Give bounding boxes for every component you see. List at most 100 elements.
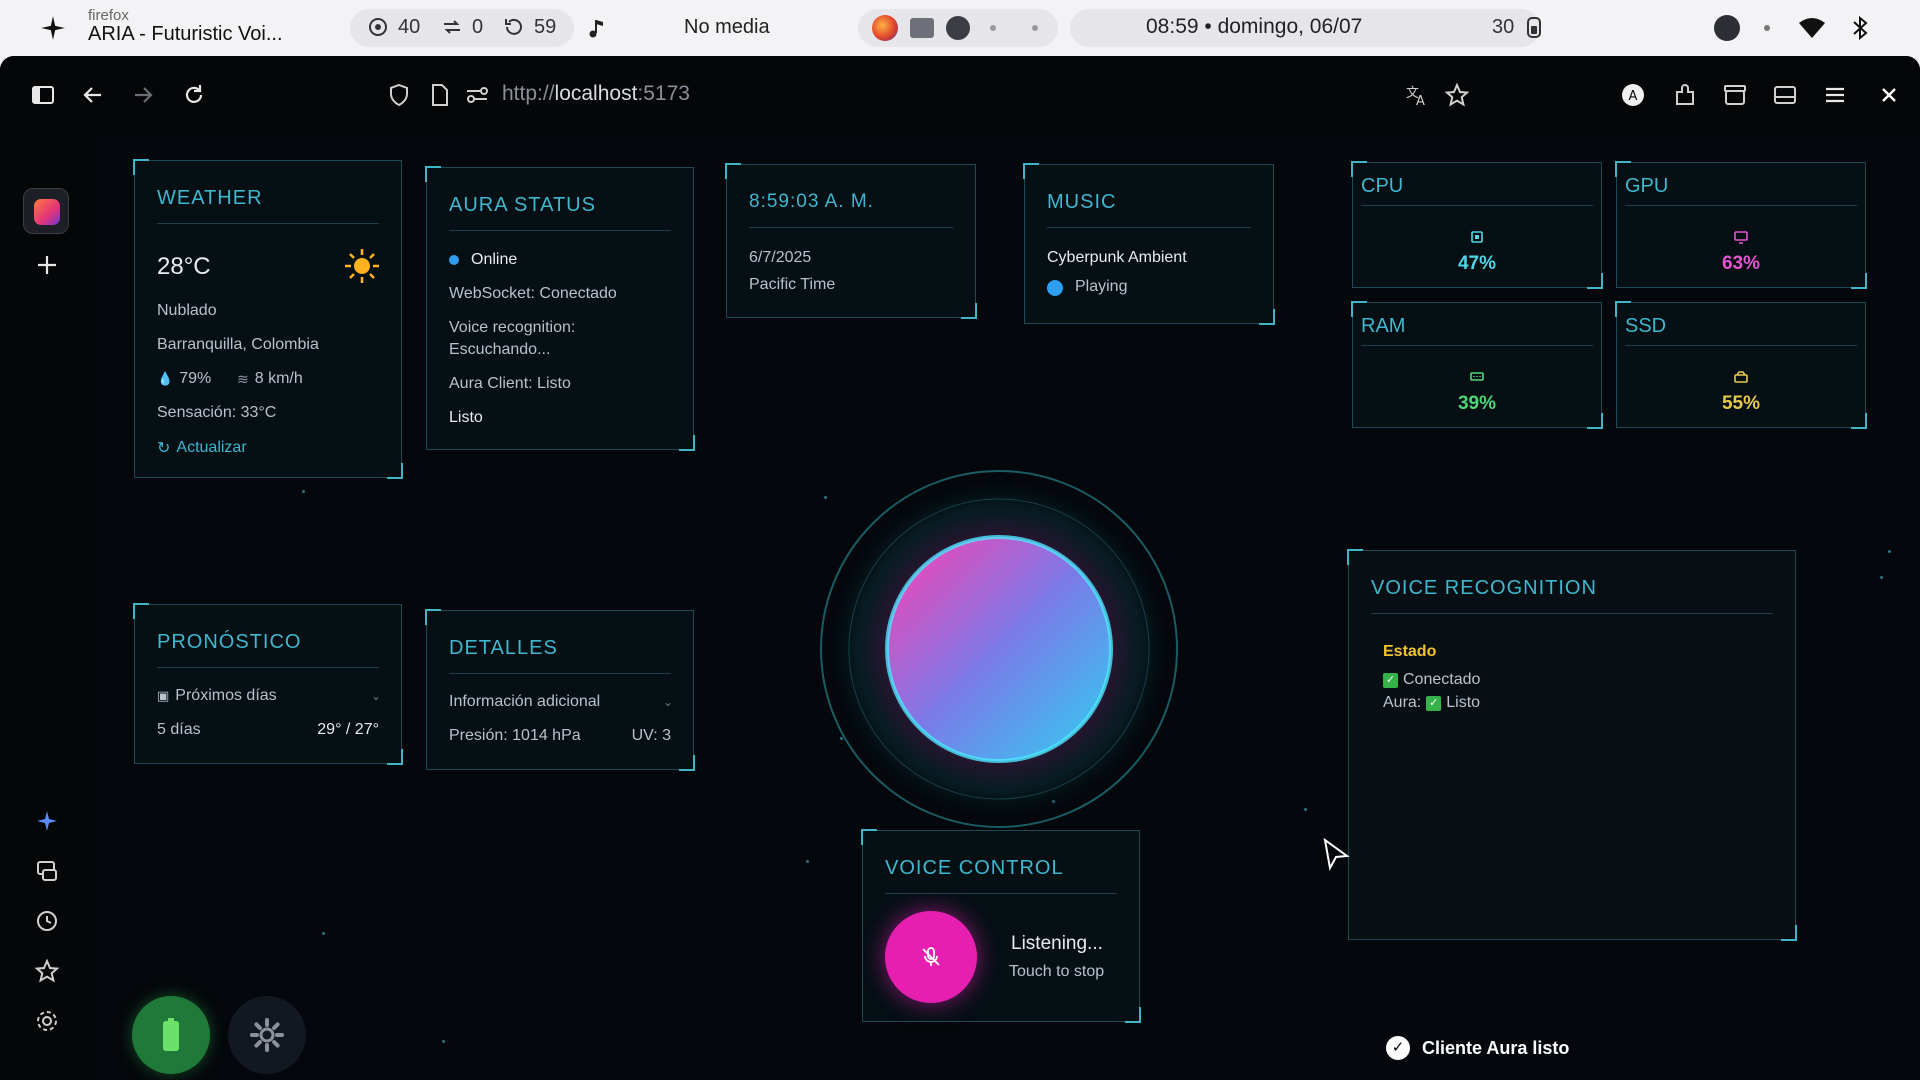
- app-icon[interactable]: [946, 16, 970, 40]
- details-panel: DETALLES Información adicional ⌄ Presión…: [425, 609, 695, 771]
- shield-icon[interactable]: [386, 82, 412, 108]
- translate-icon[interactable]: 文A: [1404, 82, 1430, 109]
- panel-title: WEATHER: [157, 187, 263, 209]
- sidebar-active-tab[interactable]: [23, 188, 69, 234]
- workspace-dot-icon[interactable]: [990, 25, 996, 31]
- particle: [1304, 808, 1307, 811]
- synced-tabs-icon[interactable]: [34, 858, 60, 884]
- divider: [449, 230, 671, 231]
- browser-toolbar: http://localhost:5173 文A A: [0, 56, 1920, 132]
- aura-label: Aura:: [1383, 694, 1422, 711]
- ai-sparkle-icon[interactable]: [34, 808, 60, 834]
- stat-value: 40: [398, 15, 421, 38]
- ram-label: RAM: [1361, 315, 1406, 337]
- sidebar-toggle-icon[interactable]: [30, 82, 56, 108]
- dropdown-label: Próximos días: [175, 687, 277, 704]
- ram-value: 39%: [1457, 393, 1497, 414]
- pressure: Presión: 1014 hPa: [449, 727, 581, 744]
- system-bar: firefox ARIA - Futuristic Voi... 40 0 59…: [0, 0, 1920, 56]
- permissions-icon[interactable]: [464, 82, 490, 108]
- voice-status-line1: Voice recognition:: [449, 319, 576, 336]
- mic-toggle-button[interactable]: [885, 911, 977, 1003]
- playing-indicator: [1047, 280, 1063, 296]
- memory-icon: [1470, 372, 1484, 381]
- battery-icon: [1527, 17, 1542, 38]
- menu-icon[interactable]: [1822, 82, 1848, 108]
- bookmark-star-icon[interactable]: [1444, 82, 1470, 108]
- cpu-label: CPU: [1361, 175, 1404, 197]
- divider: [157, 223, 379, 224]
- online-indicator: [449, 255, 459, 265]
- back-icon[interactable]: [80, 82, 106, 108]
- state-label: Estado: [1383, 643, 1437, 660]
- toast-message: Cliente Aura listo: [1422, 1037, 1570, 1058]
- wifi-icon[interactable]: [1798, 16, 1826, 40]
- voice-orb[interactable]: [819, 469, 1179, 829]
- ram-card: RAM 39%: [1351, 301, 1603, 429]
- divider: [1361, 205, 1593, 206]
- reload-icon[interactable]: [181, 82, 207, 108]
- listening-hint: Touch to stop: [1009, 963, 1105, 980]
- weather-panel: WEATHER 28°C Nublado Barranquilla, Colom…: [133, 159, 403, 479]
- battery-button[interactable]: [132, 996, 210, 1074]
- account-icon[interactable]: A: [1620, 82, 1646, 108]
- container-icon[interactable]: [1722, 82, 1748, 108]
- particle: [322, 932, 325, 935]
- stat-value: 59: [534, 15, 557, 38]
- aura-status-panel: AURA STATUS Online WebSocket: Conectado …: [425, 166, 695, 451]
- system-clock[interactable]: 08:59 • domingo, 06/07: [1146, 15, 1362, 39]
- forecast-dropdown[interactable]: ▣ Próximos días ⌄: [157, 687, 381, 705]
- connected-label: Conectado: [1403, 671, 1481, 688]
- page-icon[interactable]: [426, 82, 452, 108]
- panel-title: VOICE RECOGNITION: [1371, 577, 1597, 599]
- url-bar[interactable]: http://localhost:5173: [502, 82, 690, 106]
- gear-icon: [250, 1018, 284, 1052]
- music-panel: MUSIC Cyberpunk Ambient Playing: [1023, 163, 1275, 325]
- plus-icon[interactable]: [34, 252, 60, 278]
- playback-state: Playing: [1075, 278, 1128, 295]
- forecast-panel: PRONÓSTICO ▣ Próximos días ⌄ 5 días 29° …: [133, 603, 403, 765]
- active-window[interactable]: firefox ARIA - Futuristic Voi...: [88, 8, 283, 45]
- extensions-icon[interactable]: [1672, 82, 1698, 108]
- details-dropdown[interactable]: Información adicional ⌄: [449, 693, 673, 711]
- timezone: Pacific Time: [749, 276, 836, 293]
- location: Barranquilla, Colombia: [157, 336, 319, 353]
- ssd-label: SSD: [1625, 315, 1667, 337]
- listening-status: Listening...: [1011, 933, 1103, 954]
- panel-title: MUSIC: [1047, 191, 1117, 213]
- chip-icon: [1471, 231, 1483, 243]
- files-icon[interactable]: [910, 18, 934, 38]
- close-icon[interactable]: [1876, 82, 1902, 108]
- settings-gear-icon[interactable]: [34, 1008, 60, 1034]
- gpu-card: GPU 63%: [1615, 161, 1867, 289]
- svg-text:A: A: [1629, 89, 1638, 104]
- panel-title: PRONÓSTICO: [157, 631, 302, 653]
- bluetooth-icon[interactable]: [1850, 15, 1870, 41]
- bookmarks-icon[interactable]: [34, 958, 60, 984]
- firefox-icon[interactable]: [872, 15, 898, 41]
- music-note-icon[interactable]: [588, 16, 608, 40]
- cpu-stat: 40: [366, 15, 420, 39]
- divider: [1047, 227, 1251, 228]
- settings-button[interactable]: [228, 996, 306, 1074]
- forward-icon[interactable]: [130, 82, 156, 108]
- svg-text:A: A: [1416, 94, 1425, 108]
- refresh-button[interactable]: ↻ Actualizar: [157, 438, 247, 458]
- reader-view-icon[interactable]: [1772, 82, 1798, 108]
- temp-stat: 59: [502, 15, 556, 39]
- humidity: 💧 79%: [157, 370, 211, 388]
- workspace-dot-icon[interactable]: [1032, 25, 1038, 31]
- toast-notification: ✓ Cliente Aura listo: [1386, 1036, 1569, 1060]
- history-icon[interactable]: [34, 908, 60, 934]
- feels-like: Sensación: 33°C: [157, 404, 277, 421]
- app-tray-icon[interactable]: [1714, 15, 1740, 41]
- mouse-cursor-icon: [1323, 838, 1350, 871]
- sparkle-icon[interactable]: [40, 15, 66, 41]
- battery-indicator[interactable]: 30: [1492, 15, 1546, 39]
- mic-off-icon: [922, 947, 940, 966]
- calendar-icon: ▣: [157, 688, 170, 703]
- panel-title: DETALLES: [449, 637, 558, 659]
- panel-title: AURA STATUS: [449, 194, 596, 216]
- temperature: 28°C: [157, 253, 211, 280]
- aria-dashboard: WEATHER 28°C Nublado Barranquilla, Colom…: [96, 132, 1920, 1080]
